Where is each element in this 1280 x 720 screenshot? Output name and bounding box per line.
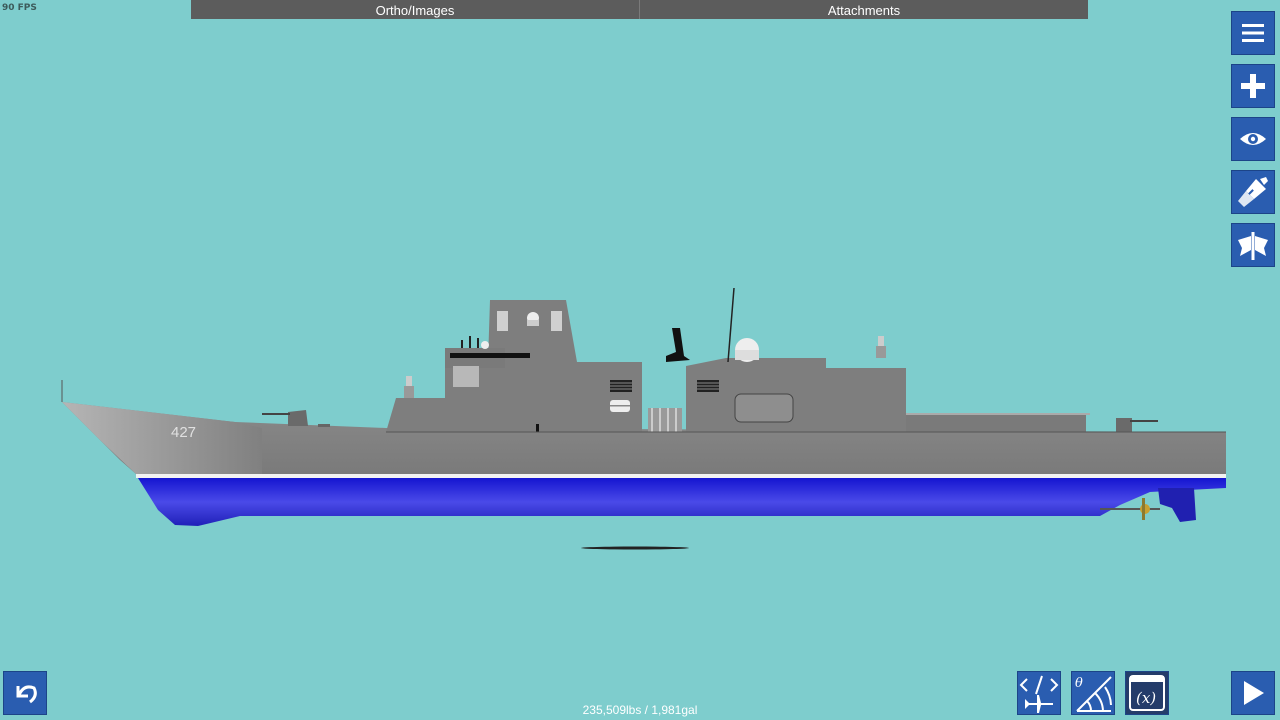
radar-antenna (666, 328, 690, 362)
ciws-aft (876, 346, 886, 358)
bow (62, 402, 262, 474)
undo-button[interactable] (3, 671, 47, 715)
mast-light (527, 320, 539, 326)
weight-fuel-readout: 235,509lbs / 1,981gal (582, 703, 698, 717)
variables-button[interactable]: (x) (1125, 671, 1169, 715)
code-airplane-icon (1019, 675, 1059, 713)
bridge-radar (481, 341, 489, 349)
radar-dome-base (735, 350, 759, 360)
angle-theta-icon: θ (1075, 676, 1112, 712)
deck-fitting (318, 424, 330, 427)
flight-deck (906, 414, 1086, 432)
bridge-windows (450, 353, 530, 358)
bridge-top-antennas (461, 336, 479, 348)
mast-window-2 (551, 311, 562, 331)
play-button[interactable] (1231, 671, 1275, 715)
forward-gun (288, 410, 308, 426)
mast-window-1 (497, 311, 508, 331)
svg-text:(x): (x) (1136, 689, 1156, 707)
svg-text:θ: θ (1075, 676, 1083, 691)
hangar-door (734, 393, 794, 423)
ciws-forward (404, 386, 414, 398)
propeller-blade (1142, 498, 1145, 520)
variables-x-icon: (x) (1129, 675, 1165, 711)
ship-view: 427 (61, 287, 1226, 550)
rudder (1158, 488, 1196, 522)
code-button[interactable] (1017, 671, 1061, 715)
lower-hull (138, 478, 1226, 526)
forward-superstructure (386, 300, 642, 432)
aft-superstructure (686, 358, 906, 432)
bridge-window-box (453, 366, 479, 387)
boat-davit-line (610, 405, 630, 407)
ciws-forward-top (406, 376, 412, 386)
boot-stripe (136, 474, 1226, 478)
door-marker (536, 424, 539, 432)
ship-shadow (581, 546, 689, 550)
ciws-aft-top (878, 336, 884, 346)
play-icon (1244, 681, 1264, 705)
aft-mast (727, 287, 735, 363)
aft-gun (1116, 418, 1132, 432)
angle-button[interactable]: θ (1071, 671, 1115, 715)
undo-icon (16, 685, 37, 704)
hull-number: 427 (171, 424, 196, 441)
